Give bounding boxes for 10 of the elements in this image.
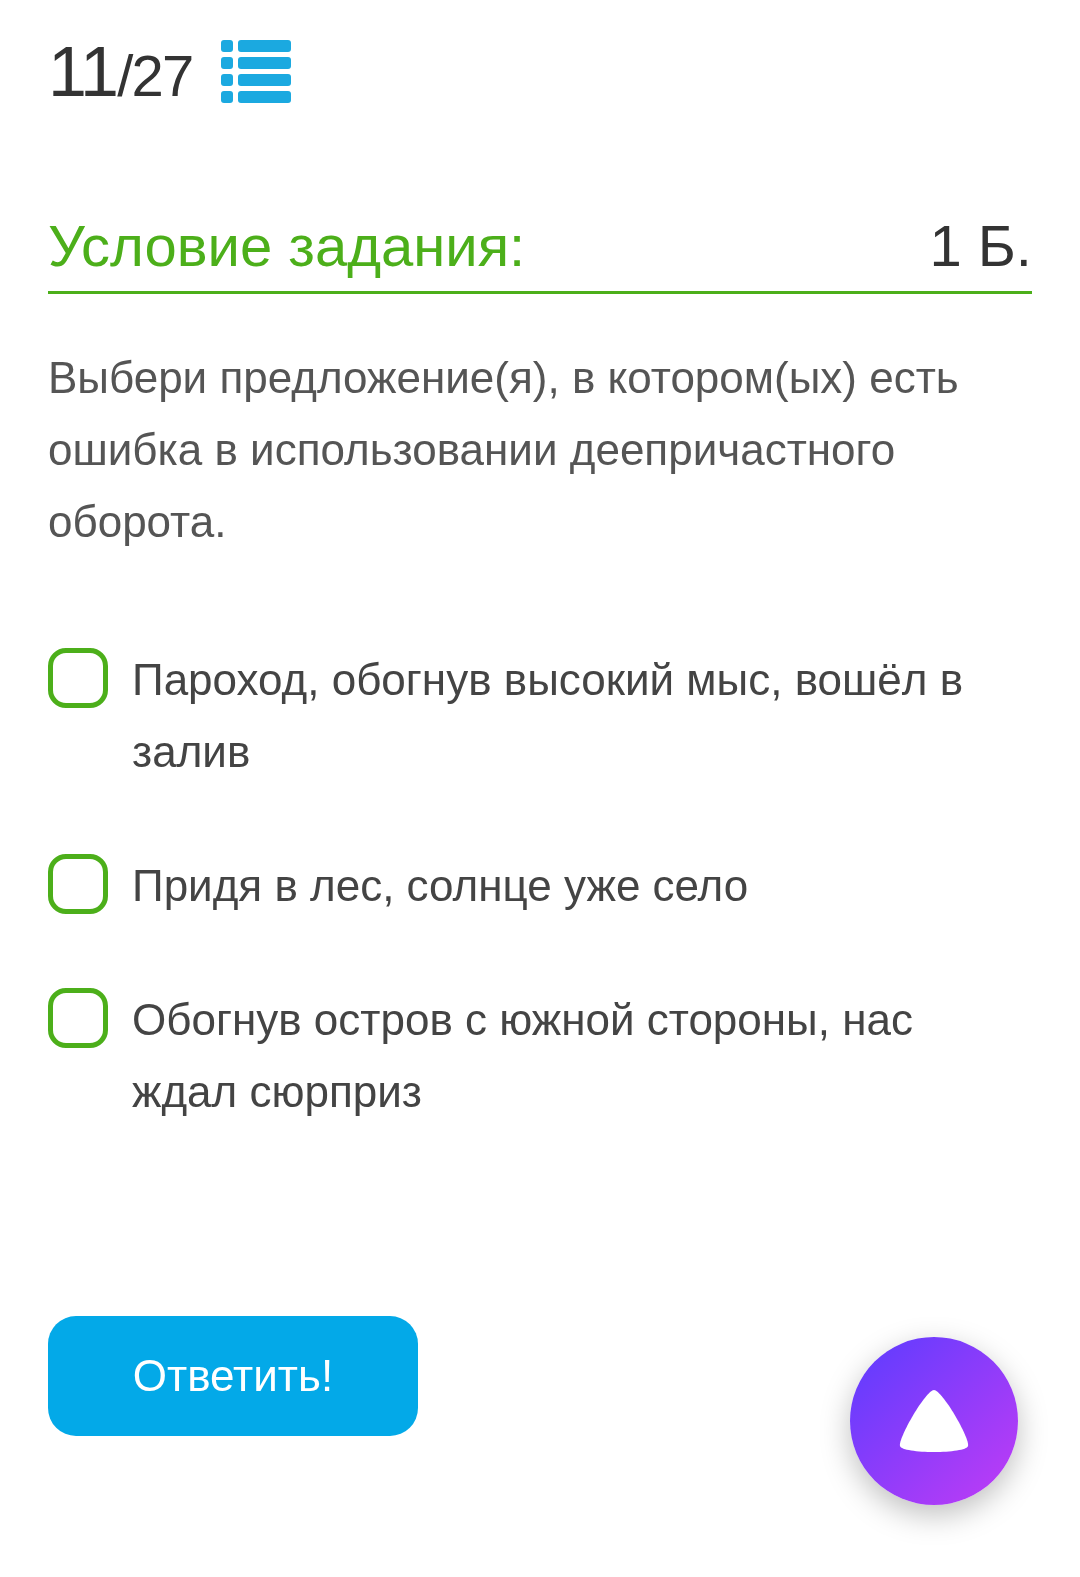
points-label: 1 Б. bbox=[929, 217, 1032, 275]
checkbox[interactable] bbox=[48, 988, 108, 1048]
option-label[interactable]: Обогнув остров с южной стороны, нас ждал сюрприз bbox=[132, 984, 1022, 1128]
list-icon[interactable] bbox=[220, 40, 291, 104]
question-counter: 11/27 bbox=[48, 37, 193, 107]
question-text: Выбери предложение(я), в котором(ых) есть ошибка в использовании деепричастного оборота. bbox=[48, 352, 960, 548]
option-label[interactable]: Придя в лес, солнце уже село bbox=[132, 850, 1022, 922]
option-label[interactable]: Пароход, обогнув высокий мыс, вошёл в залив bbox=[132, 644, 1022, 788]
checkbox[interactable] bbox=[48, 854, 108, 914]
checkbox[interactable] bbox=[48, 648, 108, 708]
